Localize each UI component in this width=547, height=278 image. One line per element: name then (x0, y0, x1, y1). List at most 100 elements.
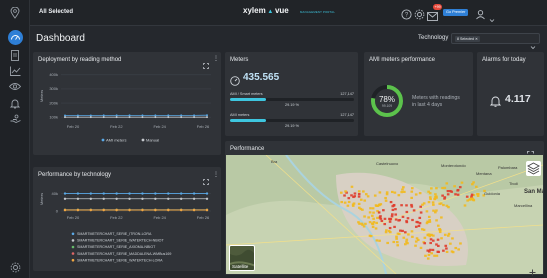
heat-cell (428, 250, 431, 253)
meters-total: 435.565 (243, 72, 280, 83)
technology-select[interactable]: 8 Selected ✕ (451, 33, 540, 50)
heat-cell (372, 221, 376, 224)
graph-icon[interactable] (7, 66, 23, 80)
heat-cell (431, 201, 435, 204)
heat-cell (426, 257, 430, 260)
meters-title: Meters (230, 57, 249, 63)
heat-cell (447, 234, 450, 237)
map-zoom-icon[interactable] (529, 263, 536, 276)
heat-cell (389, 200, 393, 204)
satellite-label: Satellite (232, 264, 249, 269)
heat-cell (417, 224, 421, 228)
heat-cell (410, 190, 414, 193)
expand-icon[interactable] (527, 145, 534, 158)
heat-cell (441, 186, 444, 190)
heat-cell (353, 195, 357, 198)
heat-cell (419, 205, 422, 208)
heat-cell (393, 225, 396, 229)
meter-row-label: AMI meters (230, 113, 250, 117)
heat-cell (435, 187, 438, 190)
data-point (76, 208, 80, 212)
alarms-title: Alarms for today (482, 57, 526, 63)
dashboard-icon[interactable] (8, 30, 23, 45)
satellite-layer-toggle[interactable]: Satellite (229, 245, 255, 271)
alarms-value: 4.117 (505, 93, 531, 105)
data-point (89, 116, 92, 119)
technology-chip[interactable]: 8 Selected ✕ (455, 36, 480, 42)
map-place-label: Tivoli (509, 181, 518, 186)
heat-cell (371, 225, 375, 229)
meter-row: AMI / Smart meters 127,147 29.19 % (230, 92, 354, 110)
heat-cell (388, 218, 392, 221)
data-point (141, 197, 144, 200)
heat-cell (369, 235, 373, 238)
heat-cell (369, 207, 372, 210)
data-point (141, 114, 144, 117)
heat-cell (375, 239, 379, 242)
help-icon[interactable]: ? (401, 7, 412, 20)
heat-cell (475, 185, 478, 188)
meter-row-track (230, 98, 354, 101)
heat-cell (347, 197, 351, 200)
selection-label[interactable]: All Selected (39, 9, 73, 15)
meter-row-fill (230, 119, 267, 122)
heat-cell (364, 222, 367, 225)
heat-cell (390, 190, 394, 194)
heat-cell (451, 237, 454, 240)
heat-cell (429, 241, 432, 245)
chevron-down-icon[interactable] (530, 37, 536, 50)
heat-cell (441, 194, 444, 197)
brand-name: xylem (243, 6, 266, 15)
heat-cell (440, 237, 443, 240)
heat-cell (350, 185, 354, 188)
map-place-label: Marcellina (514, 203, 533, 208)
performance-map[interactable]: Bra Castelnuovo Monterotondo Mentana Palomba… (226, 155, 543, 274)
layers-button[interactable] (526, 161, 541, 176)
heat-cell (428, 196, 432, 199)
meter-row-value: 127,147 (340, 113, 354, 117)
legend-marker (141, 138, 145, 142)
heat-cell (445, 247, 448, 250)
heat-cell (405, 238, 409, 241)
settings-icon[interactable] (7, 262, 23, 276)
heat-cell (436, 250, 440, 253)
chevron-down-icon[interactable] (489, 10, 495, 23)
heat-cell (361, 223, 364, 226)
data-point (154, 116, 157, 119)
x-tick-label: Feb 26 (197, 124, 210, 129)
settings-icon[interactable] (414, 7, 425, 20)
heat-cell (459, 242, 462, 245)
heat-cell (460, 181, 464, 184)
legend-marker (101, 138, 105, 142)
heat-cell (358, 206, 361, 209)
legend-marker (71, 239, 75, 242)
document-icon[interactable] (7, 50, 23, 64)
heat-cell (414, 193, 418, 196)
heat-cell (449, 242, 452, 245)
heat-cell (419, 211, 423, 214)
eye-icon[interactable] (7, 82, 23, 96)
data-point (128, 114, 131, 117)
heat-cell (428, 235, 432, 238)
chip-close-icon[interactable]: ✕ (475, 37, 478, 41)
map-place-label: Palombara (498, 165, 518, 170)
hand-icon[interactable] (7, 114, 23, 128)
data-point (63, 197, 67, 200)
data-point (115, 208, 118, 212)
heat-cell (387, 230, 391, 233)
go-premier-button[interactable]: Go Premier (443, 9, 469, 16)
ami-description-line1: Meters with readings (412, 95, 460, 101)
data-point (154, 192, 157, 195)
location-pin-icon[interactable] (7, 6, 23, 21)
heat-cell (395, 241, 399, 244)
heat-cell (466, 199, 469, 202)
heat-cell (343, 194, 346, 197)
legend-label: SMARTMETERCHART_SERIE_MADDALENA-WMBus169 (77, 252, 171, 256)
heat-cell (414, 244, 417, 247)
data-point (180, 116, 183, 119)
bell-icon[interactable] (7, 98, 23, 112)
meter-row: AMI meters 127,147 29.19 % (230, 113, 354, 131)
performance-tech-chart: 0 40k Meters Feb 20 Feb 22 Feb 24 Feb 26 SMARTM… (39, 191, 211, 262)
user-icon[interactable] (475, 7, 486, 20)
heat-cell (380, 219, 384, 223)
